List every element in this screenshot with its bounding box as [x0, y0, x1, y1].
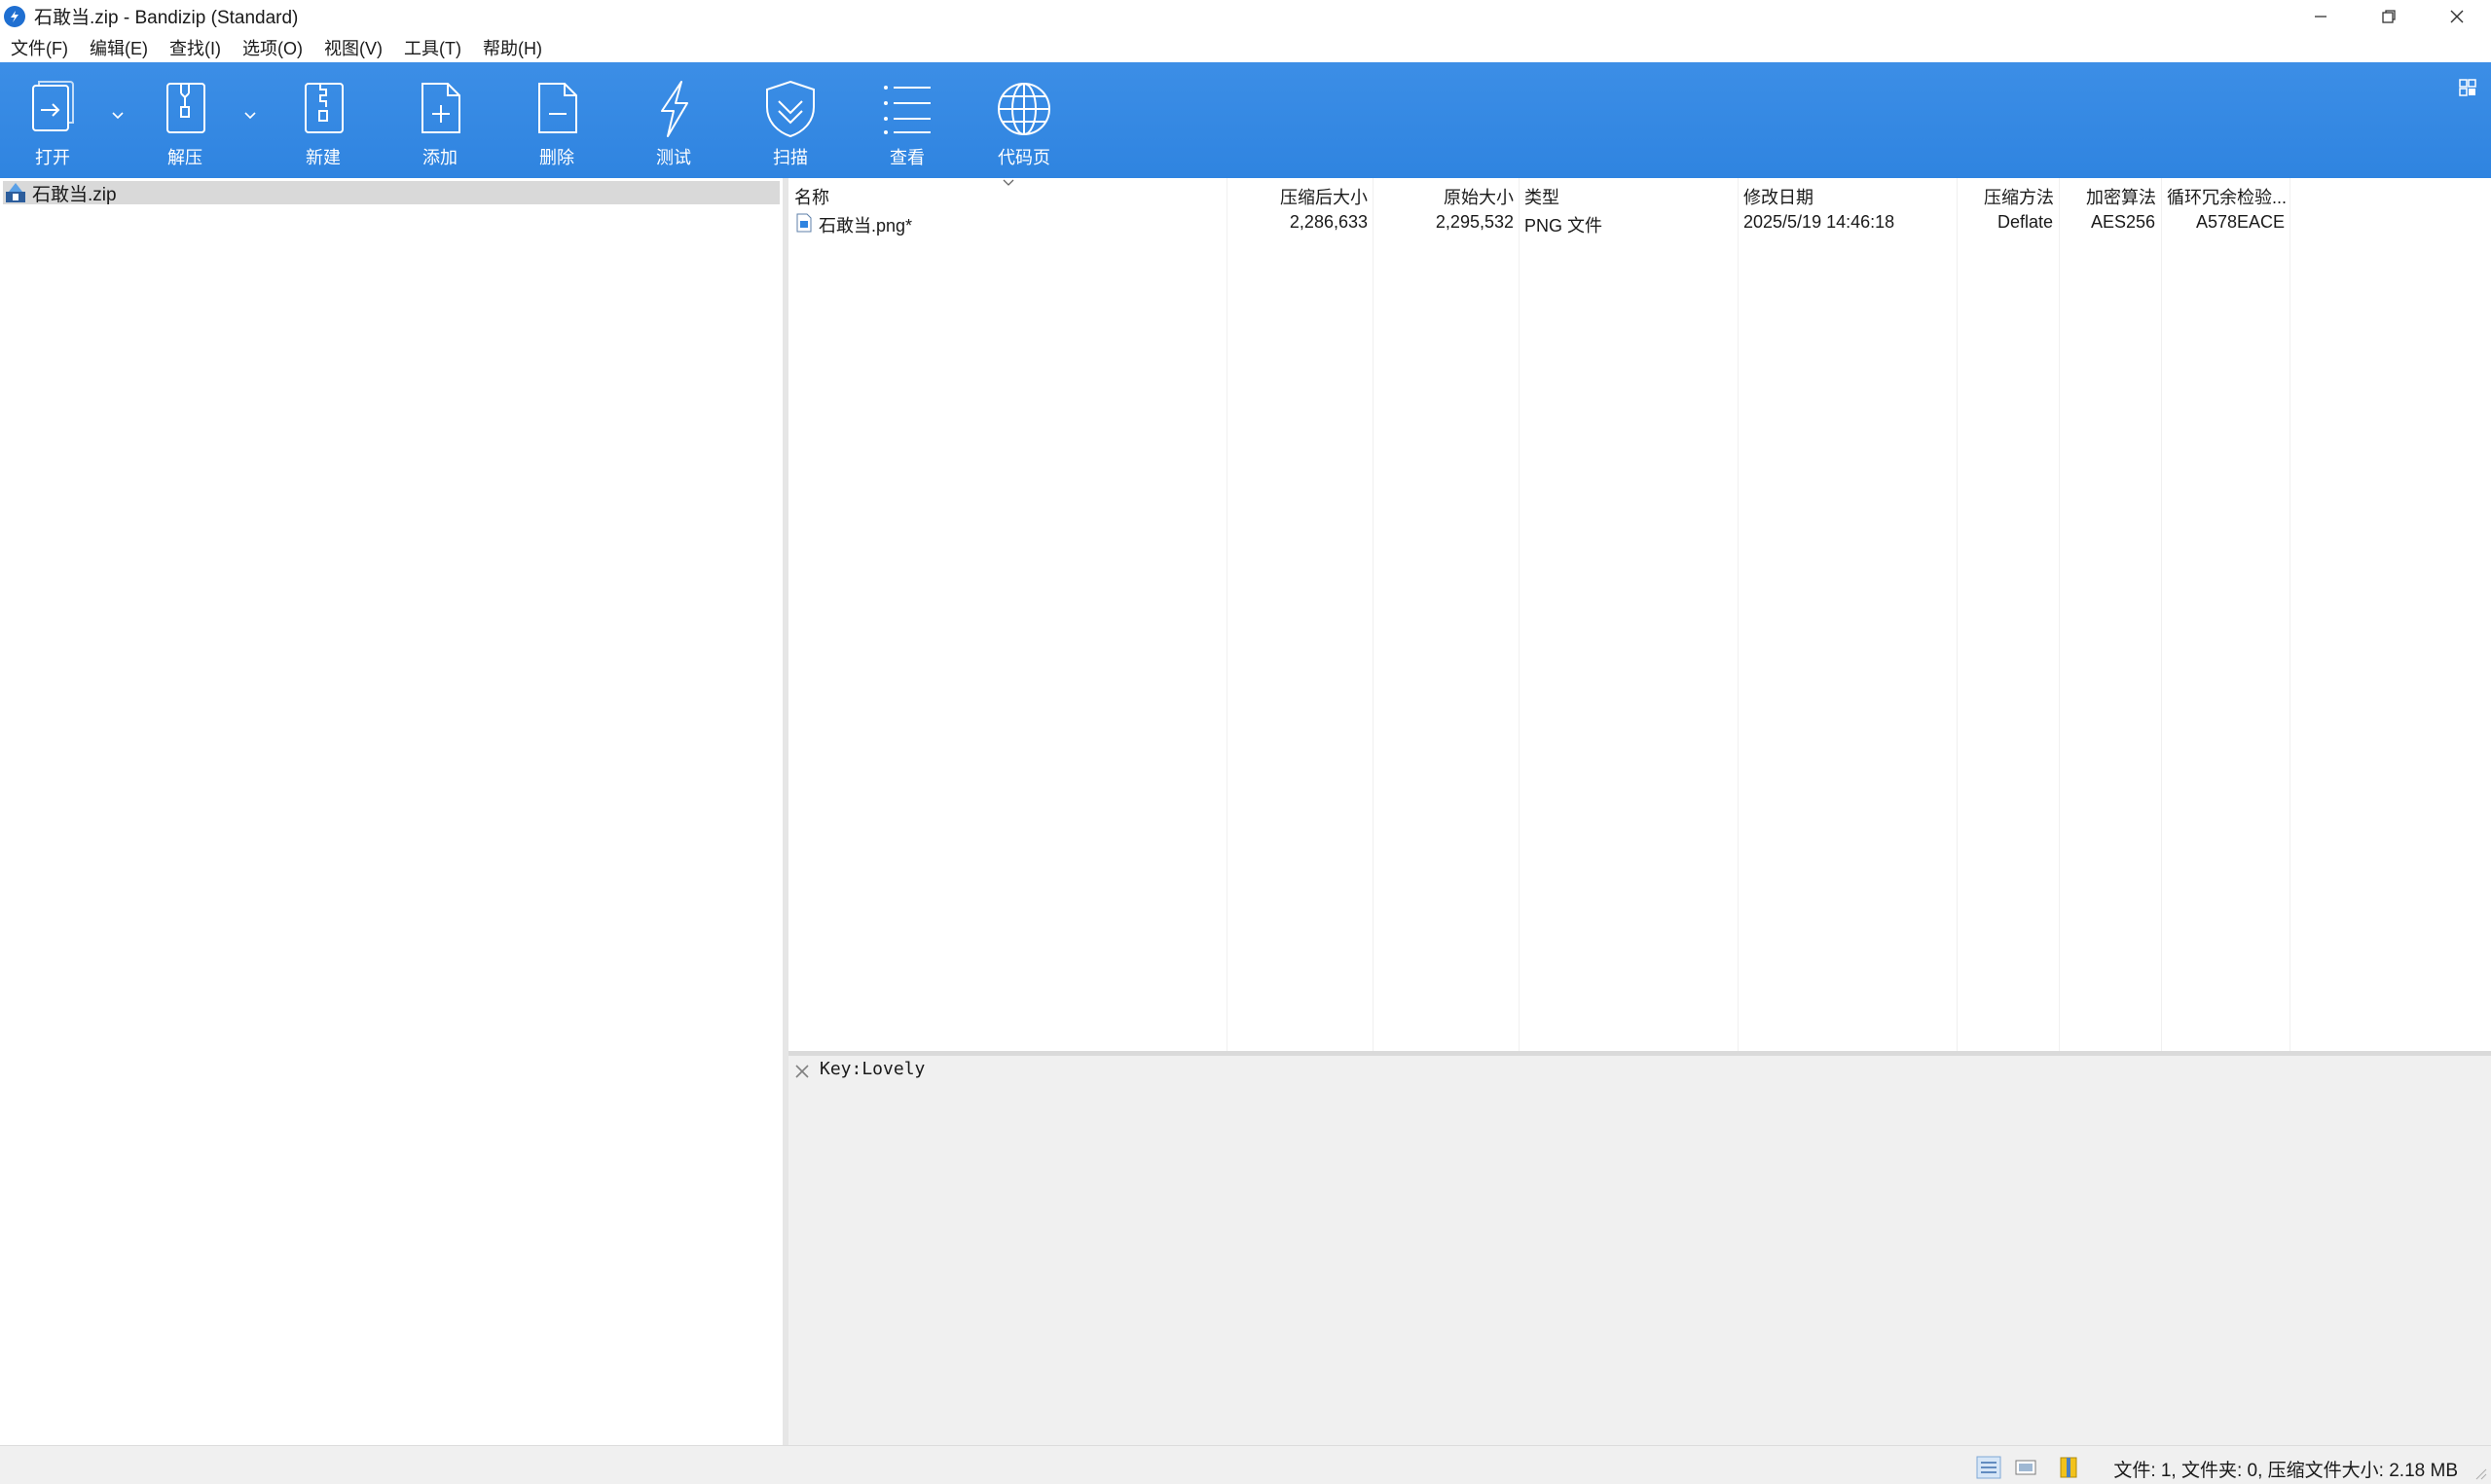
menu-find[interactable]: 查找(I)	[162, 35, 229, 60]
globe-icon	[998, 83, 1050, 135]
add-file-icon	[421, 83, 460, 133]
tree-item-archive-root[interactable]: 石敢当.zip	[3, 181, 780, 205]
column-divider[interactable]	[2059, 178, 2060, 1051]
preview-view-icon[interactable]	[2013, 1456, 2038, 1479]
view-label: 查看	[890, 148, 925, 167]
new-archive-icon	[305, 83, 344, 133]
column-header-crc[interactable]: 循环冗余检验...	[2167, 184, 2287, 209]
archive-info-icon[interactable]	[2056, 1456, 2081, 1479]
extract-button[interactable]: 解压	[136, 62, 234, 178]
cell-name: 石敢当.png*	[819, 216, 913, 235]
extract-label: 解压	[167, 148, 202, 167]
column-divider[interactable]	[1519, 178, 1520, 1051]
open-archive-icon	[32, 81, 74, 131]
minimize-button[interactable]	[2287, 0, 2355, 32]
zip-archive-icon	[6, 183, 25, 202]
menu-view[interactable]: 视图(V)	[316, 35, 390, 60]
cell-encryption: AES256	[2090, 212, 2155, 232]
comment-pane: Key:Lovely	[788, 1056, 2491, 1445]
scan-label: 扫描	[773, 148, 808, 167]
folder-tree: 石敢当.zip	[0, 178, 783, 1445]
title-bar: 石敢当.zip - Bandizip (Standard)	[0, 0, 2491, 32]
open-dropdown-arrow[interactable]	[108, 101, 128, 130]
close-button[interactable]	[2423, 0, 2491, 32]
cell-modified: 2025/5/19 14:46:18	[1743, 212, 1895, 232]
lightning-icon	[661, 81, 688, 137]
column-divider[interactable]	[1957, 178, 1958, 1051]
restore-icon	[2382, 9, 2396, 23]
toolbar: 打开 解压 新建 添加 删除 测试 扫描 查看 代码页	[0, 62, 2491, 178]
menu-help[interactable]: 帮助(H)	[475, 35, 550, 60]
archive-comment-text: Key:Lovely	[820, 1059, 926, 1079]
delete-label: 删除	[539, 148, 574, 167]
cell-packed-size: 2,286,633	[1289, 212, 1368, 232]
test-label: 测试	[656, 148, 691, 167]
bandizip-logo-icon	[4, 5, 25, 27]
close-icon	[2450, 10, 2464, 22]
column-divider[interactable]	[1738, 178, 1739, 1051]
shield-icon	[766, 80, 815, 138]
chevron-down-icon	[112, 112, 124, 120]
delete-button[interactable]: 删除	[508, 62, 605, 178]
extract-zip-icon	[166, 83, 205, 133]
file-list: 名称 压缩后大小 原始大小 类型 修改日期 压缩方法 加密算法 循环冗余检验..…	[788, 178, 2491, 1051]
new-button[interactable]: 新建	[275, 62, 372, 178]
new-label: 新建	[306, 148, 341, 167]
layout-grid-icon	[2459, 79, 2476, 96]
codepage-label: 代码页	[998, 148, 1050, 167]
minimize-icon	[2315, 15, 2326, 18]
menu-tools[interactable]: 工具(T)	[396, 35, 469, 60]
status-bar: 文件: 1, 文件夹: 0, 压缩文件大小: 2.18 MB	[0, 1445, 2491, 1484]
column-divider[interactable]	[1373, 178, 1374, 1051]
resize-grip-icon[interactable]	[2473, 1466, 2487, 1480]
png-file-icon	[796, 213, 812, 233]
column-header-method[interactable]: 压缩方法	[1957, 184, 2054, 209]
menu-options[interactable]: 选项(O)	[235, 35, 311, 60]
open-button[interactable]: 打开	[4, 62, 101, 178]
open-label: 打开	[35, 148, 70, 167]
delete-file-icon	[538, 83, 577, 133]
column-header-modified[interactable]: 修改日期	[1743, 184, 1813, 209]
view-button[interactable]: 查看	[859, 62, 956, 178]
cell-type: PNG 文件	[1524, 216, 1603, 235]
restore-button[interactable]	[2355, 0, 2423, 32]
status-summary: 文件: 1, 文件夹: 0, 压缩文件大小: 2.18 MB	[2113, 1461, 2458, 1481]
codepage-button[interactable]: 代码页	[975, 62, 1073, 178]
add-button[interactable]: 添加	[391, 62, 489, 178]
column-divider[interactable]	[2161, 178, 2162, 1051]
menu-file[interactable]: 文件(F)	[3, 35, 76, 60]
column-header-type[interactable]: 类型	[1524, 184, 1559, 209]
column-header-name[interactable]: 名称	[794, 184, 829, 209]
layout-toggle-button[interactable]	[2458, 78, 2477, 97]
sort-chevron-icon	[1003, 179, 1014, 186]
list-view-icon	[884, 86, 931, 134]
close-comment-icon[interactable]	[792, 1062, 812, 1081]
extract-dropdown-arrow[interactable]	[240, 101, 260, 130]
column-header-original-size[interactable]: 原始大小	[1373, 184, 1514, 209]
menu-edit[interactable]: 编辑(E)	[82, 35, 156, 60]
add-label: 添加	[422, 148, 458, 167]
cell-original-size: 2,295,532	[1435, 212, 1514, 232]
cell-method: Deflate	[1996, 212, 2053, 232]
window-title: 石敢当.zip - Bandizip (Standard)	[34, 8, 299, 28]
menu-bar: 文件(F) 编辑(E) 查找(I) 选项(O) 视图(V) 工具(T) 帮助(H…	[0, 32, 2491, 62]
cell-crc: A578EACE	[2195, 212, 2285, 232]
column-header-packed-size[interactable]: 压缩后大小	[1227, 184, 1368, 209]
test-button[interactable]: 测试	[625, 62, 722, 178]
tree-item-label: 石敢当.zip	[32, 184, 117, 205]
column-header-encryption[interactable]: 加密算法	[2059, 184, 2156, 209]
details-view-icon[interactable]	[1976, 1456, 2001, 1479]
scan-button[interactable]: 扫描	[742, 62, 839, 178]
chevron-down-icon	[244, 112, 256, 120]
